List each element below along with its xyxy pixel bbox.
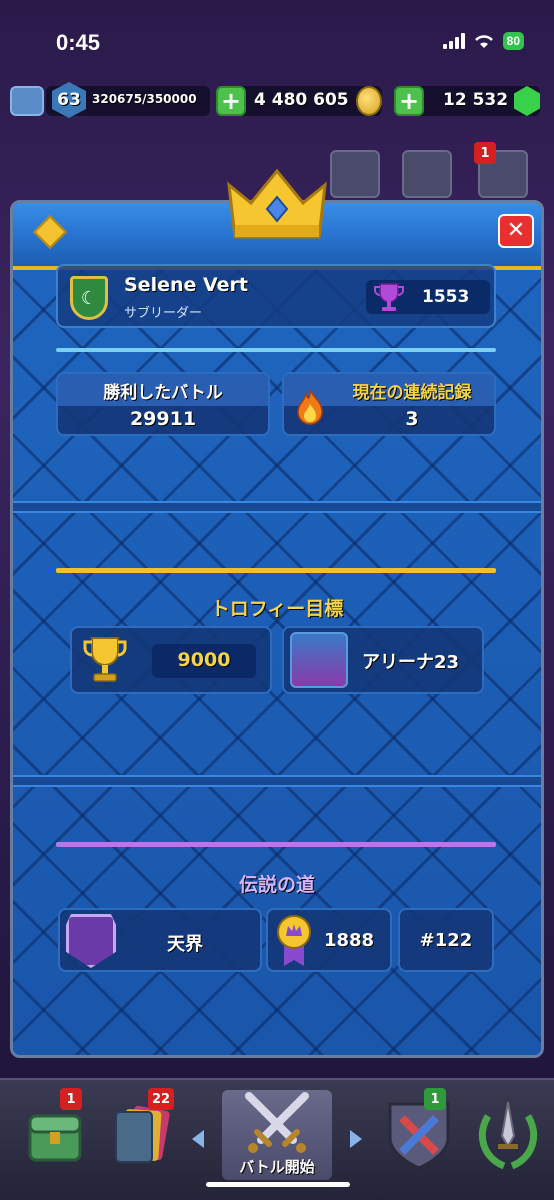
trophy-goal-title: トロフィー目標 <box>210 598 344 620</box>
nav-cards[interactable]: 22 <box>100 1088 190 1180</box>
streak-label: 現在の連続記録 <box>352 383 472 403</box>
legend-rank: #122 <box>419 930 473 951</box>
trophy-goal-value: 9000 <box>177 649 231 671</box>
clan-name: Selene Vert <box>124 274 249 296</box>
wins-label: 勝利したバトル <box>103 383 223 403</box>
legend-rating: 1888 <box>323 930 375 951</box>
arena-name: アリーナ23 <box>362 652 460 673</box>
medal-icon <box>277 915 311 966</box>
section-separator <box>13 501 541 513</box>
streak-value: 3 <box>405 408 419 430</box>
battery-indicator: 80 <box>502 32 524 50</box>
wins-value: 29911 <box>129 408 197 430</box>
gem-amount: 12 532 <box>443 90 509 110</box>
friends-icon[interactable] <box>330 150 380 198</box>
shop-badge: 1 <box>60 1088 82 1110</box>
gold-coin-icon <box>356 86 382 116</box>
wifi-icon <box>474 35 493 48</box>
king-tower-icon[interactable] <box>10 86 44 116</box>
purple-trophy-icon <box>374 283 404 311</box>
gold-trophy-icon <box>83 637 127 682</box>
status-time: 0:45 <box>56 30 101 55</box>
events-laurel-icon <box>478 1101 538 1170</box>
arena-goal-box[interactable]: アリーナ23 <box>282 626 484 694</box>
trophy-goal-pill: 9000 <box>152 644 256 678</box>
yellow-divider <box>56 568 496 573</box>
clan-info[interactable]: ☾ Selene Vert サブリーダー 1553 <box>56 264 496 328</box>
fire-icon <box>297 389 323 425</box>
nav-shop[interactable]: 1 <box>10 1088 100 1180</box>
gold-amount: 4 480 605 <box>254 90 349 110</box>
clan-trophy-count: 1553 <box>422 287 470 307</box>
add-gems-button[interactable]: + <box>394 86 424 116</box>
menu-notification-badge: 1 <box>474 142 496 164</box>
clan-trophy-pill: 1553 <box>366 280 490 314</box>
trophy-goal-box: 9000 <box>70 626 272 694</box>
signal-icon <box>442 33 465 49</box>
clan-badge: 1 <box>424 1088 446 1110</box>
arena-thumbnail <box>290 632 348 688</box>
nav-right-arrow[interactable] <box>350 1130 362 1148</box>
wins-stat: 勝利したバトル 29911 <box>56 372 270 436</box>
crown-icon <box>227 168 327 239</box>
legend-league-icon <box>66 914 116 968</box>
shop-chest-icon <box>28 1114 82 1162</box>
crossed-swords-icon <box>245 1092 309 1153</box>
status-bar: 0:45 80 <box>0 0 554 80</box>
nav-left-arrow[interactable] <box>192 1130 204 1148</box>
nav-events[interactable] <box>466 1090 554 1180</box>
home-indicator <box>206 1182 350 1187</box>
cyan-divider <box>56 348 496 352</box>
top-hud: 63 320675/350000 + 4 480 605 + 12 532 <box>0 82 554 122</box>
path-of-legends-title: 伝説の道 <box>238 874 315 896</box>
status-icons: 80 <box>442 32 524 50</box>
clan-badge-icon: ☾ <box>70 276 108 320</box>
news-icon[interactable] <box>402 150 452 198</box>
rank-box: #122 <box>398 908 494 972</box>
section-separator <box>13 775 541 787</box>
cards-badge: 22 <box>148 1088 175 1110</box>
rating-box: 1888 <box>266 908 392 972</box>
xp-text: 320675/350000 <box>92 92 197 106</box>
league-name: 天界 <box>167 934 203 955</box>
battle-label: バトル開始 <box>239 1158 315 1176</box>
close-button[interactable]: ✕ <box>498 214 534 248</box>
clan-role: サブリーダー <box>124 306 203 321</box>
add-gold-button[interactable]: + <box>216 86 246 116</box>
cards-icon <box>115 1105 170 1163</box>
diamond-icon <box>33 215 67 249</box>
league-box[interactable]: 天界 <box>58 908 262 972</box>
purple-divider <box>56 842 496 847</box>
streak-stat: 現在の連続記録 3 <box>282 372 496 436</box>
nav-clan[interactable]: 1 <box>376 1088 466 1180</box>
nav-battle[interactable]: バトル開始 <box>222 1090 332 1180</box>
